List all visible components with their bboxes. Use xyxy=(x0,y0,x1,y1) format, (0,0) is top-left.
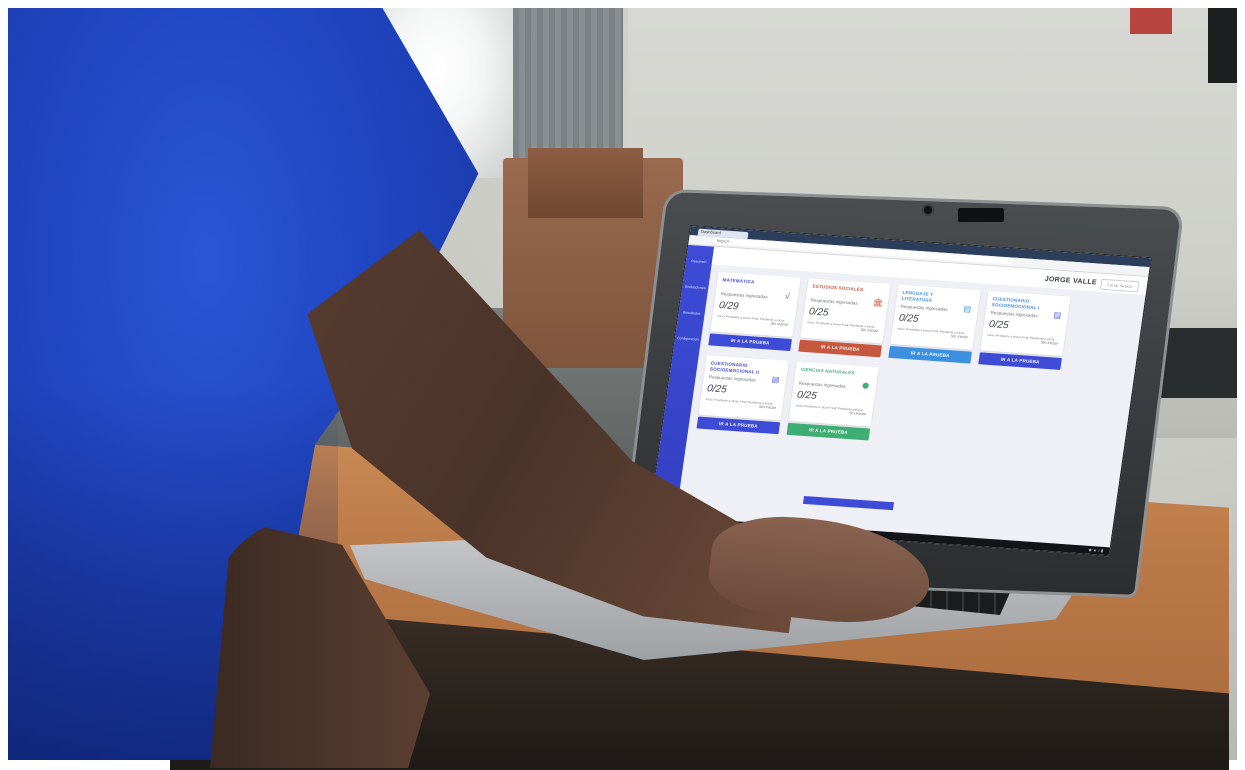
user-name: JORGE VALLE xyxy=(1044,275,1098,287)
podium-top xyxy=(528,148,643,218)
card-subtitle: Respuestas ingresadas xyxy=(810,297,859,306)
webcam-badge xyxy=(958,208,1004,222)
square-root-icon: √ xyxy=(784,291,791,301)
card-subtitle: Respuestas ingresadas xyxy=(798,380,847,389)
flask-icon: ⬢ xyxy=(861,381,870,391)
card-score: 0/25 xyxy=(808,306,830,319)
card-score: 0/25 xyxy=(988,318,1010,332)
card-subtitle: Respuestas ingresadas xyxy=(720,291,769,300)
sidebar-item-resumen[interactable]: Resumen xyxy=(686,259,713,265)
background-object xyxy=(1158,328,1237,398)
card-subtitle: Respuestas ingresadas xyxy=(990,310,1039,319)
card-state: Sin iniciar xyxy=(950,333,969,340)
card-subtitle: Respuestas ingresadas xyxy=(900,303,949,312)
card-state: Sin iniciar xyxy=(860,326,879,334)
submit-bar[interactable] xyxy=(802,495,895,511)
card-score: 0/25 xyxy=(706,383,728,396)
wall-speaker xyxy=(1208,8,1237,83)
card-title: MATEMÁTICA xyxy=(722,277,755,285)
webcam xyxy=(924,206,932,214)
sidebar-item-resultados[interactable]: Resultados xyxy=(678,310,705,316)
card-state: Sin iniciar xyxy=(758,403,777,411)
laptop-screen: Dashboard https://... Resumen Evaluacion… xyxy=(647,225,1152,557)
card-score: 0/25 xyxy=(898,312,920,325)
subject-card-ciencias-naturales: CIENCIAS NATURALES ⬢ Respuestas ingresad… xyxy=(788,361,879,427)
card-state: Sin iniciar xyxy=(770,320,789,327)
card-title: CIENCIAS NATURALES xyxy=(800,366,855,376)
subject-card-estudios-sociales: ESTUDIOS SOCIALES 🏛 Respuestas ingresada… xyxy=(800,278,891,344)
logout-button[interactable]: Cerrar Sesion xyxy=(1099,278,1140,293)
subject-card-matematica: MATEMÁTICA √ Respuestas ingresadas 0/29 … xyxy=(710,272,801,338)
card-state: Sin iniciar xyxy=(848,410,867,417)
sidebar-item-configuracion[interactable]: Configuración xyxy=(675,336,702,342)
book-icon: ▤ xyxy=(771,374,781,385)
book-icon: ▤ xyxy=(1053,310,1062,320)
system-tray: ◆ ▲ ♪ ▮ xyxy=(1088,546,1104,553)
exit-sign xyxy=(1130,8,1172,34)
card-subtitle: Respuestas ingresadas xyxy=(708,374,757,383)
institution-icon: 🏛 xyxy=(872,297,884,308)
subject-card-lenguaje: LENGUAJE Y LITERATURA ▤ Respuestas ingre… xyxy=(890,284,981,350)
card-title: ESTUDIOS SOCIALES xyxy=(812,283,864,293)
card-score: 0/29 xyxy=(718,300,740,313)
card-state: Sin iniciar xyxy=(1040,339,1059,346)
card-score: 0/25 xyxy=(796,389,818,402)
subject-card-socioemocional-1: CUESTIONARIO SOCIOEMOCIONAL I ▤ Respuest… xyxy=(980,290,1071,357)
book-icon: ▤ xyxy=(963,304,972,314)
subject-card-socioemocional-2: CUESTIONARIO SOCIOEMOCIONAL II ▤ Respues… xyxy=(698,355,789,421)
sidebar-item-evaluaciones[interactable]: Evaluaciones xyxy=(682,284,709,290)
